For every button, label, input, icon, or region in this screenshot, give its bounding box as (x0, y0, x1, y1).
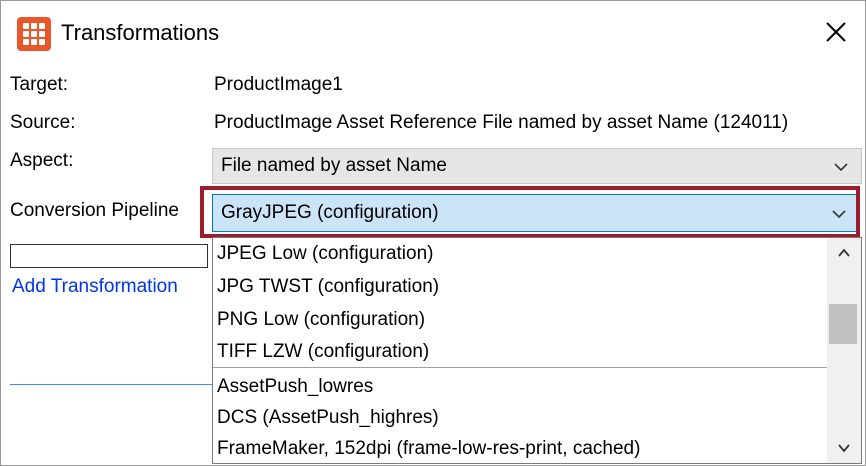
target-value: ProductImage1 (214, 74, 343, 95)
source-value: ProductImage Asset Reference File named … (214, 112, 789, 133)
scroll-down-button[interactable] (827, 433, 861, 463)
dropdown-options: JPEG Low (configuration) JPG TWST (confi… (213, 238, 829, 463)
source-label: Source: (10, 112, 76, 133)
chevron-down-icon (834, 163, 848, 172)
list-item[interactable]: DCS (AssetPush_highres) (217, 405, 439, 431)
transformation-input[interactable] (10, 244, 208, 268)
scroll-thumb[interactable] (829, 304, 857, 344)
title-bar: Transformations (0, 0, 866, 64)
divider (10, 384, 214, 385)
list-item[interactable]: AssetPush_lowres (217, 374, 373, 400)
grid-logo-icon (17, 17, 51, 51)
target-label: Target: (10, 74, 69, 95)
pipeline-select-value: GrayJPEG (configuration) (221, 202, 439, 223)
add-transformation-link[interactable]: Add Transformation (12, 274, 178, 300)
window-title: Transformations (61, 20, 220, 45)
aspect-select-value: File named by asset Name (221, 155, 447, 176)
list-item[interactable]: TIFF LZW (configuration) (217, 339, 429, 365)
list-item[interactable]: FrameMaker, 152dpi (frame-low-res-print,… (217, 436, 640, 462)
close-icon (826, 22, 846, 42)
pipeline-dropdown-list[interactable]: JPEG Low (configuration) JPG TWST (confi… (212, 237, 862, 464)
list-item[interactable]: JPEG Low (configuration) (217, 241, 434, 267)
list-separator (213, 367, 829, 368)
scrollbar[interactable] (827, 238, 861, 463)
scroll-up-button[interactable] (827, 238, 861, 268)
list-item[interactable]: PNG Low (configuration) (217, 307, 425, 333)
close-button[interactable] (820, 16, 852, 48)
conversion-pipeline-select[interactable]: GrayJPEG (configuration) (212, 194, 860, 232)
aspect-label: Aspect: (10, 150, 74, 171)
pipeline-label: Conversion Pipeline (10, 200, 179, 221)
list-item[interactable]: JPG TWST (configuration) (217, 274, 439, 300)
chevron-up-icon (838, 248, 850, 257)
chevron-down-icon (838, 444, 850, 453)
aspect-select[interactable]: File named by asset Name (212, 148, 862, 184)
chevron-down-icon (832, 210, 846, 219)
